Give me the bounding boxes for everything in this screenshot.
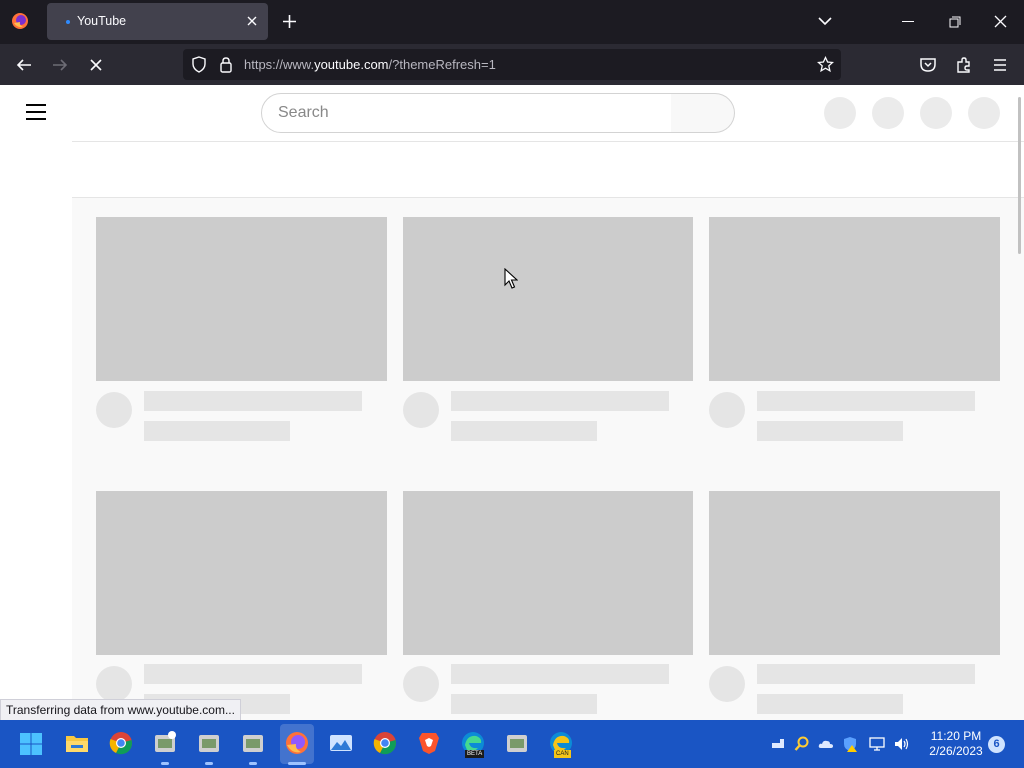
mini-guide	[0, 141, 72, 720]
windows-taskbar: BETA CAN 11:20 PM 2/26/2023 6	[0, 720, 1024, 768]
channel-avatar-placeholder	[403, 392, 439, 428]
thumbnail-placeholder	[403, 491, 693, 655]
tab-youtube[interactable]: YouTube	[47, 3, 268, 40]
shield-icon[interactable]	[191, 56, 207, 73]
file-explorer-icon[interactable]	[64, 730, 90, 756]
close-tab-icon[interactable]	[245, 14, 259, 28]
running-indicator	[288, 762, 306, 765]
bookmark-star-icon[interactable]	[817, 56, 834, 73]
url-prefix: https://www.	[244, 57, 315, 72]
usb-device-icon[interactable]	[770, 736, 786, 752]
chrome-icon[interactable]	[108, 730, 134, 756]
header-button-placeholder	[872, 97, 904, 129]
thumbnail-placeholder	[96, 217, 387, 381]
channel-avatar-placeholder	[709, 666, 745, 702]
browser-tab-bar: YouTube	[0, 0, 1024, 44]
edge-canary-badge: CAN	[554, 750, 571, 758]
minimize-window-icon[interactable]	[902, 21, 914, 22]
clock-date: 2/26/2023	[929, 744, 983, 758]
page-scrollbar[interactable]	[1018, 97, 1021, 254]
running-indicator	[161, 762, 169, 765]
volume-icon[interactable]	[893, 736, 909, 752]
thumbnail-placeholder	[403, 217, 693, 381]
stop-loading-icon[interactable]	[87, 56, 105, 74]
clock-time: 11:20 PM	[930, 729, 982, 743]
url-path: /?themeRefresh=1	[388, 57, 496, 72]
title-placeholder	[757, 664, 975, 684]
extensions-icon[interactable]	[955, 56, 973, 74]
firefox-logo-icon[interactable]	[11, 12, 29, 30]
edge-beta-badge: BETA	[465, 750, 485, 758]
thumbnail-placeholder	[709, 491, 1000, 655]
app-icon[interactable]	[240, 730, 266, 756]
meta-placeholder	[757, 694, 903, 714]
thumbnail-placeholder	[709, 217, 1000, 381]
onedrive-icon[interactable]	[818, 736, 834, 752]
chrome-icon[interactable]	[372, 730, 398, 756]
app-menu-icon[interactable]	[991, 56, 1009, 74]
meta-placeholder	[451, 694, 597, 714]
browser-nav-bar: https://www.youtube.com/?themeRefresh=1	[0, 44, 1024, 85]
notification-badge[interactable]: 6	[988, 736, 1005, 753]
list-all-tabs-icon[interactable]	[817, 15, 833, 27]
title-placeholder	[144, 391, 362, 411]
pocket-icon[interactable]	[919, 56, 937, 74]
app-icon[interactable]	[196, 730, 222, 756]
mouse-cursor-icon	[504, 268, 518, 289]
edge-beta-app[interactable]: BETA	[460, 730, 486, 760]
app-icon[interactable]	[504, 730, 530, 756]
search-button[interactable]	[671, 93, 735, 133]
thumbnail-placeholder	[96, 491, 387, 655]
meta-placeholder	[757, 421, 903, 441]
security-warning-icon[interactable]	[842, 736, 858, 752]
restore-window-icon[interactable]	[949, 16, 961, 28]
forward-arrow-icon	[53, 59, 68, 71]
new-tab-icon[interactable]	[281, 13, 298, 30]
channel-avatar-placeholder	[709, 392, 745, 428]
running-indicator	[205, 762, 213, 765]
channel-avatar-placeholder	[96, 392, 132, 428]
brave-icon[interactable]	[416, 730, 442, 756]
meta-placeholder	[451, 421, 597, 441]
search-input[interactable]	[278, 94, 658, 132]
youtube-page	[0, 85, 1024, 720]
header-button-placeholder	[920, 97, 952, 129]
url-text[interactable]: https://www.youtube.com/?themeRefresh=1	[244, 57, 496, 72]
search-box[interactable]	[261, 93, 672, 133]
title-placeholder	[451, 664, 669, 684]
channel-avatar-placeholder	[403, 666, 439, 702]
meta-placeholder	[144, 421, 290, 441]
clock[interactable]: 11:20 PM 2/26/2023	[916, 729, 996, 759]
guide-menu-icon[interactable]	[26, 104, 46, 120]
search-tray-icon[interactable]	[794, 736, 810, 752]
app-icon[interactable]	[152, 730, 178, 756]
loading-indicator-icon	[66, 20, 70, 24]
tab-title: YouTube	[77, 14, 127, 28]
avatar-placeholder	[968, 97, 1000, 129]
title-placeholder	[144, 664, 362, 684]
address-bar[interactable]: https://www.youtube.com/?themeRefresh=1	[183, 49, 841, 80]
firefox-icon[interactable]	[284, 730, 310, 756]
youtube-header	[0, 85, 1024, 141]
photos-app-icon[interactable]	[328, 730, 354, 756]
title-placeholder	[757, 391, 975, 411]
close-window-icon[interactable]	[994, 15, 1007, 28]
lock-icon[interactable]	[219, 56, 233, 73]
url-host: youtube.com	[314, 57, 389, 72]
network-icon[interactable]	[869, 736, 885, 752]
edge-canary-app[interactable]: CAN	[548, 730, 574, 760]
running-indicator	[249, 762, 257, 765]
windows-start-icon[interactable]	[19, 732, 43, 756]
browser-status-bar: Transferring data from www.youtube.com..…	[0, 699, 241, 721]
title-placeholder	[451, 391, 669, 411]
channel-avatar-placeholder	[96, 666, 132, 702]
back-arrow-icon[interactable]	[15, 56, 33, 74]
chip-bar	[72, 141, 1024, 198]
header-button-placeholder	[824, 97, 856, 129]
